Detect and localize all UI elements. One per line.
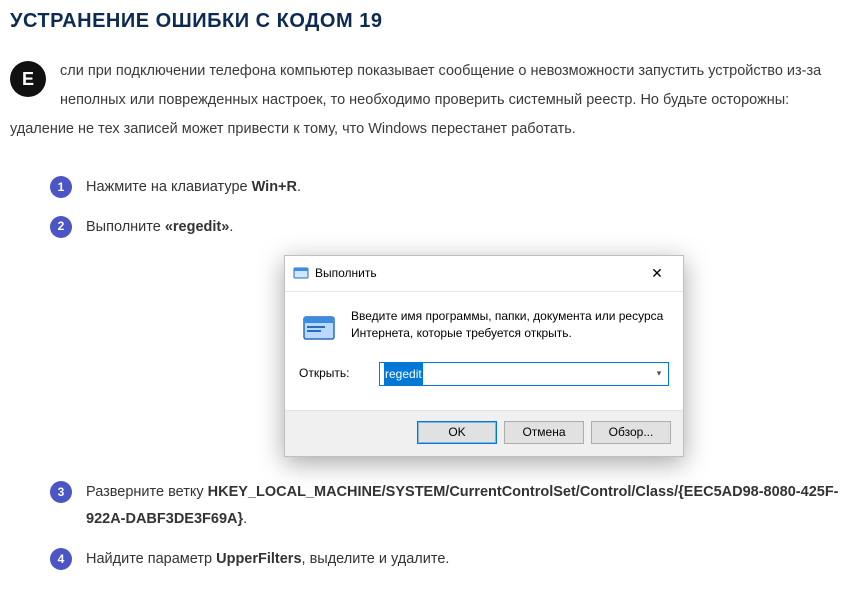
chevron-down-icon[interactable]: ▾ <box>649 363 668 385</box>
step-text: Нажмите на клавиатуре <box>86 179 252 195</box>
dropcap-letter: Е <box>10 61 46 97</box>
open-input[interactable]: regedit <box>380 363 649 385</box>
intro-text: сли при подключении телефона компьютер п… <box>10 63 821 137</box>
step-text: Найдите параметр <box>86 551 216 567</box>
step-item: Найдите параметр UpperFilters, выделите … <box>50 546 848 574</box>
step-text: Выполните <box>86 219 165 235</box>
dialog-title: Выполнить <box>315 262 637 285</box>
step-text: . <box>297 179 301 195</box>
open-label: Открыть: <box>299 362 369 385</box>
intro-paragraph: Е сли при подключении телефона компьютер… <box>10 57 848 144</box>
step-item: Разверните ветку HKEY_LOCAL_MACHINE/SYST… <box>50 479 848 534</box>
dialog-description: Введите имя программы, папки, документа … <box>351 308 669 348</box>
step-item: Выполните «regedit». Выполнить ✕ <box>50 214 848 457</box>
dialog-titlebar[interactable]: Выполнить ✕ <box>285 256 683 292</box>
step-bold: «regedit» <box>165 219 229 235</box>
steps-list: Нажмите на клавиатуре Win+R. Выполните «… <box>10 174 848 574</box>
close-button[interactable]: ✕ <box>637 263 677 283</box>
step-text: . <box>243 511 247 527</box>
step-text: . <box>229 219 233 235</box>
step-bold: Win+R <box>252 179 297 195</box>
ok-button[interactable]: OK <box>417 421 497 444</box>
cancel-button[interactable]: Отмена <box>504 421 584 444</box>
dialog-body: Введите имя программы, папки, документа … <box>285 292 683 410</box>
run-dialog: Выполнить ✕ Введите имя программы, папки… <box>284 255 684 457</box>
step-item: Нажмите на клавиатуре Win+R. <box>50 174 848 202</box>
run-icon <box>293 265 309 281</box>
section-heading: УСТРАНЕНИЕ ОШИБКИ С КОДОМ 19 <box>10 10 848 33</box>
browse-button[interactable]: Обзор... <box>591 421 671 444</box>
dialog-button-row: OK Отмена Обзор... <box>285 410 683 456</box>
step-text: Разверните ветку <box>86 484 208 500</box>
open-combobox[interactable]: regedit ▾ <box>379 362 669 386</box>
step-bold: UpperFilters <box>216 551 301 567</box>
run-large-icon <box>299 308 339 348</box>
step-text: , выделите и удалите. <box>302 551 450 567</box>
